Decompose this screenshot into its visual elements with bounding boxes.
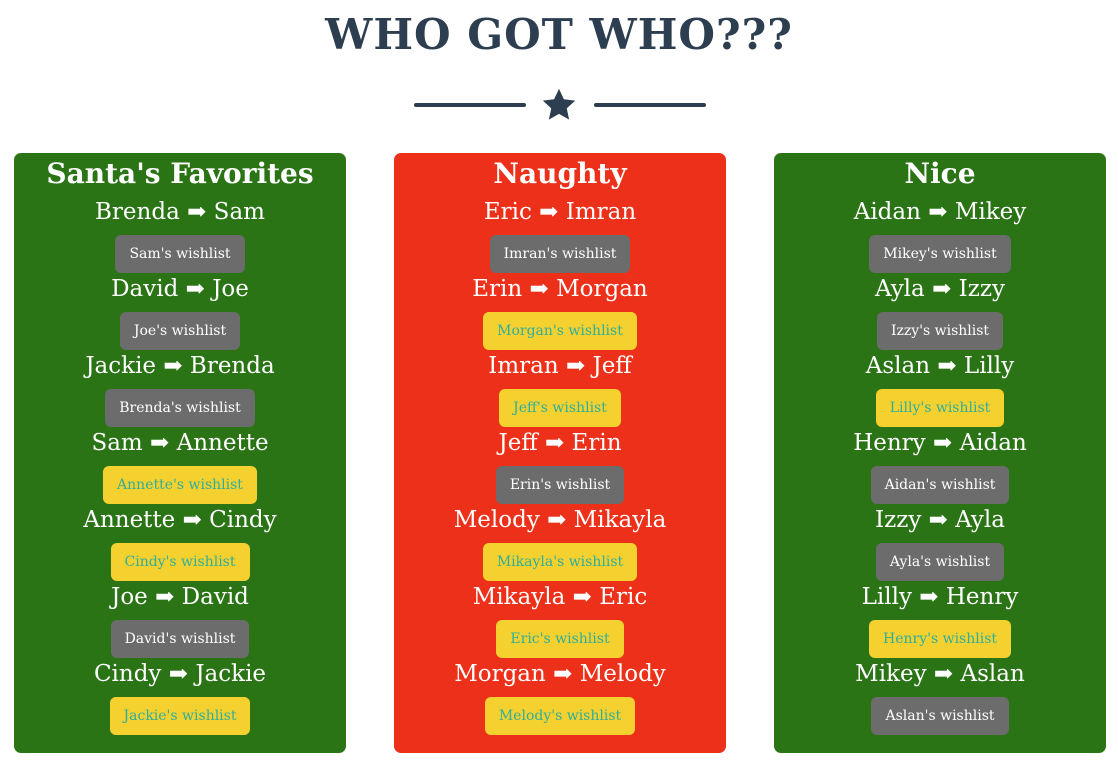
wishlist-button[interactable]: Melody's wishlist — [484, 697, 636, 735]
pair-item: David ➡ Joe Joe's wishlist — [14, 274, 346, 351]
wishlist-button[interactable]: Ayla's wishlist — [875, 543, 1005, 581]
pair-item: Erin ➡ Morgan Morgan's wishlist — [394, 274, 726, 351]
pair-label: Mikey ➡ Aslan — [855, 661, 1025, 687]
pair-label: Imran ➡ Jeff — [488, 353, 632, 379]
pair-label: Izzy ➡ Ayla — [875, 507, 1005, 533]
pair-label: Cindy ➡ Jackie — [93, 661, 267, 687]
divider-line-right — [594, 103, 706, 107]
pair-item: Lilly ➡ Henry Henry's wishlist — [774, 582, 1106, 659]
column-title: Santa's Favorites — [46, 157, 314, 190]
wishlist-button[interactable]: Sam's wishlist — [115, 235, 245, 273]
wishlist-button[interactable]: Izzy's wishlist — [876, 312, 1004, 350]
wishlist-button[interactable]: Henry's wishlist — [868, 620, 1012, 658]
pair-label: Ayla ➡ Izzy — [875, 276, 1005, 302]
pair-item: Cindy ➡ Jackie Jackie's wishlist — [14, 659, 346, 736]
wishlist-button[interactable]: Mikayla's wishlist — [482, 543, 638, 581]
pair-label: Erin ➡ Morgan — [472, 276, 648, 302]
wishlist-button[interactable]: Aidan's wishlist — [870, 466, 1010, 504]
wishlist-button[interactable]: David's wishlist — [110, 620, 250, 658]
wishlist-button[interactable]: Joe's wishlist — [119, 312, 241, 350]
divider-line-left — [414, 103, 526, 107]
pair-item: Jeff ➡ Erin Erin's wishlist — [394, 428, 726, 505]
pair-label: Henry ➡ Aidan — [853, 430, 1027, 456]
pair-label: Jeff ➡ Erin — [498, 430, 622, 456]
pair-label: Mikayla ➡ Eric — [472, 584, 648, 610]
pair-label: Sam ➡ Annette — [91, 430, 269, 456]
pair-item: Joe ➡ David David's wishlist — [14, 582, 346, 659]
pair-item: Henry ➡ Aidan Aidan's wishlist — [774, 428, 1106, 505]
wishlist-button[interactable]: Mikey's wishlist — [869, 235, 1011, 273]
column-santas-favorites: Santa's Favorites Brenda ➡ Sam Sam's wish… — [14, 153, 346, 753]
pair-item: Mikayla ➡ Eric Eric's wishlist — [394, 582, 726, 659]
pair-item: Imran ➡ Jeff Jeff's wishlist — [394, 351, 726, 428]
pair-item: Brenda ➡ Sam Sam's wishlist — [14, 197, 346, 274]
pair-label: Eric ➡ Imran — [483, 199, 637, 225]
pair-label: Joe ➡ David — [111, 584, 249, 610]
wishlist-button[interactable]: Imran's wishlist — [489, 235, 631, 273]
star-icon — [542, 88, 576, 120]
wishlist-button[interactable]: Jeff's wishlist — [499, 389, 621, 427]
wishlist-button[interactable]: Aslan's wishlist — [871, 697, 1009, 735]
wishlist-button[interactable]: Erin's wishlist — [495, 466, 625, 504]
pair-label: Aidan ➡ Mikey — [853, 199, 1027, 225]
pair-label: Brenda ➡ Sam — [95, 199, 265, 225]
pair-item: Melody ➡ Mikayla Mikayla's wishlist — [394, 505, 726, 582]
pair-label: David ➡ Joe — [111, 276, 249, 302]
pair-item: Ayla ➡ Izzy Izzy's wishlist — [774, 274, 1106, 351]
pair-item: Eric ➡ Imran Imran's wishlist — [394, 197, 726, 274]
wishlist-button[interactable]: Annette's wishlist — [103, 466, 257, 504]
pair-label: Melody ➡ Mikayla — [453, 507, 667, 533]
wishlist-button[interactable]: Eric's wishlist — [496, 620, 624, 658]
pair-item: Jackie ➡ Brenda Brenda's wishlist — [14, 351, 346, 428]
pair-label: Aslan ➡ Lilly — [865, 353, 1015, 379]
pair-item: Mikey ➡ Aslan Aslan's wishlist — [774, 659, 1106, 736]
pair-item: Izzy ➡ Ayla Ayla's wishlist — [774, 505, 1106, 582]
pair-item: Aidan ➡ Mikey Mikey's wishlist — [774, 197, 1106, 274]
pair-item: Sam ➡ Annette Annette's wishlist — [14, 428, 346, 505]
column-naughty: Naughty Eric ➡ Imran Imran's wishlist Erin… — [394, 153, 726, 753]
column-nice: Nice Aidan ➡ Mikey Mikey's wishlist Ayla ➡… — [774, 153, 1106, 753]
column-title: Nice — [904, 157, 976, 190]
pair-label: Jackie ➡ Brenda — [85, 353, 275, 379]
wishlist-button[interactable]: Brenda's wishlist — [105, 389, 255, 427]
pair-item: Aslan ➡ Lilly Lilly's wishlist — [774, 351, 1106, 428]
wishlist-button[interactable]: Lilly's wishlist — [875, 389, 1005, 427]
title-divider — [414, 86, 706, 126]
wishlist-button[interactable]: Cindy's wishlist — [110, 543, 250, 581]
pair-item: Annette ➡ Cindy Cindy's wishlist — [14, 505, 346, 582]
pair-label: Morgan ➡ Melody — [454, 661, 666, 687]
pair-item: Morgan ➡ Melody Melody's wishlist — [394, 659, 726, 736]
pair-label: Lilly ➡ Henry — [861, 584, 1019, 610]
wishlist-button[interactable]: Jackie's wishlist — [109, 697, 251, 735]
column-title: Naughty — [493, 157, 627, 190]
pair-label: Annette ➡ Cindy — [83, 507, 277, 533]
wishlist-button[interactable]: Morgan's wishlist — [483, 312, 637, 350]
page-title: WHO GOT WHO??? — [325, 10, 793, 59]
